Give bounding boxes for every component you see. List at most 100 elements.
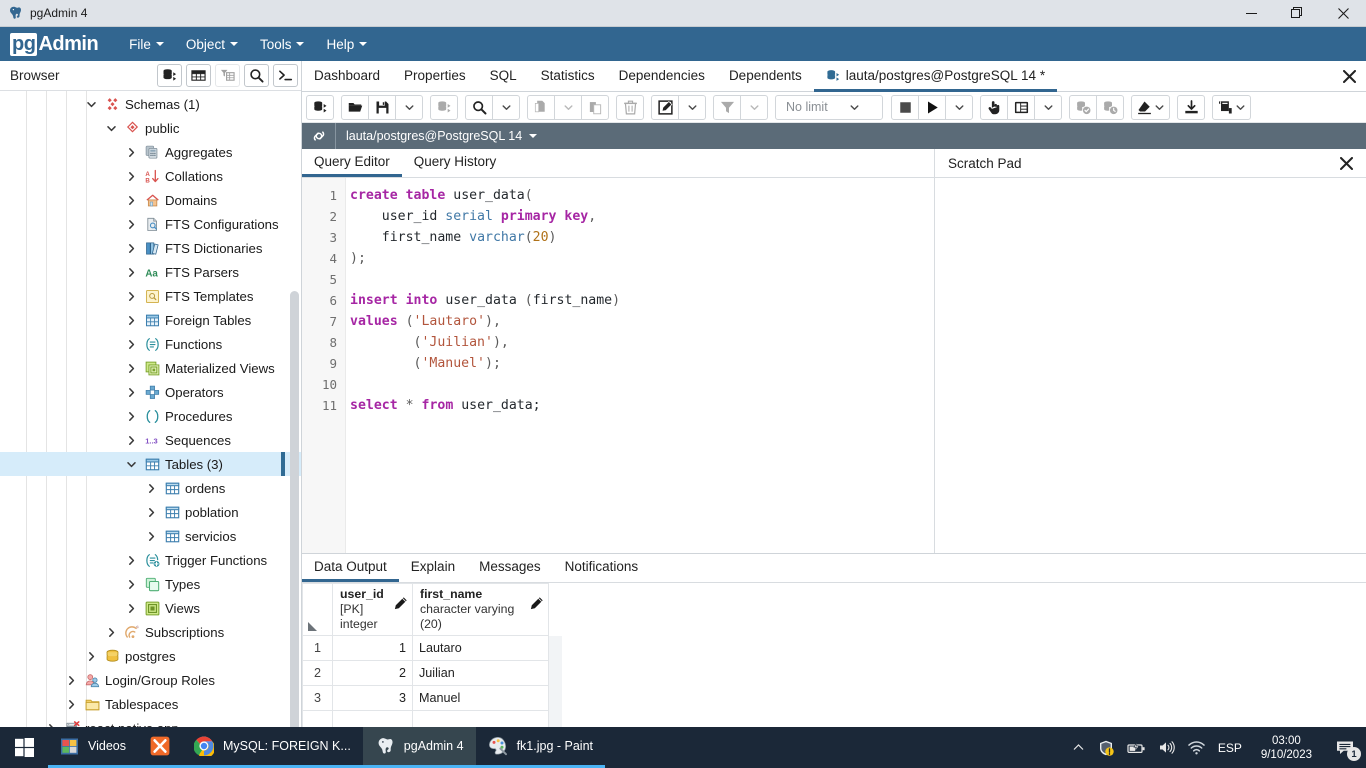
cell-first_name[interactable]: Manuel xyxy=(412,685,549,711)
battery-icon[interactable] xyxy=(1127,741,1146,755)
tree-scrollbar[interactable] xyxy=(290,291,299,731)
tree-node-aggregates[interactable]: Aggregates xyxy=(0,140,301,164)
tab-query-editor[interactable]: Query Editor xyxy=(302,149,402,177)
filter-button[interactable] xyxy=(713,94,741,120)
code-editor[interactable]: 1 2 3 4 5 6 7 8 9 10 11 create table user_data( us… xyxy=(302,178,934,553)
chevron-up-icon[interactable] xyxy=(1072,741,1085,754)
tree-node-fts-parsers[interactable]: Aa FTS Parsers xyxy=(0,260,301,284)
explain-button[interactable] xyxy=(980,94,1008,120)
tab-notifications[interactable]: Notifications xyxy=(553,554,651,582)
connection-bar[interactable]: lauta/postgres@PostgreSQL 14 xyxy=(302,123,1366,149)
chevron-right-icon[interactable] xyxy=(126,243,142,254)
tab-properties[interactable]: Properties xyxy=(392,62,478,92)
table-row[interactable]: 1 1 Lautaro xyxy=(302,635,562,661)
row-limit-select[interactable]: No limit xyxy=(775,94,883,120)
rollback-button[interactable] xyxy=(1096,94,1124,120)
chevron-right-icon[interactable] xyxy=(126,435,142,446)
wifi-icon[interactable] xyxy=(1188,740,1205,755)
menu-tools[interactable]: Tools xyxy=(251,32,314,57)
tab-data-output[interactable]: Data Output xyxy=(302,554,399,582)
stop-query-button[interactable] xyxy=(891,94,919,120)
cell-first_name[interactable]: Lautaro xyxy=(412,635,549,661)
taskbar-item-videos[interactable]: Videos xyxy=(48,727,138,768)
column-header-first_name[interactable]: first_name character varying (20) xyxy=(412,583,549,636)
chevron-right-icon[interactable] xyxy=(126,219,142,230)
menu-file[interactable]: File xyxy=(120,32,173,57)
chevron-right-icon[interactable] xyxy=(126,411,142,422)
tree-node-domains[interactable]: Domains xyxy=(0,188,301,212)
explain-analyze-button[interactable] xyxy=(1007,94,1035,120)
tree-node-functions[interactable]: Functions xyxy=(0,332,301,356)
chevron-right-icon[interactable] xyxy=(126,555,142,566)
close-window-button[interactable] xyxy=(1320,0,1366,26)
taskbar-clock[interactable]: 03:00 9/10/2023 xyxy=(1255,734,1318,762)
paste-button[interactable] xyxy=(581,94,609,120)
tab-dependents[interactable]: Dependents xyxy=(717,62,814,92)
copy-dropdown[interactable] xyxy=(554,94,582,120)
open-query-tool-button[interactable] xyxy=(306,94,334,120)
pencil-icon[interactable] xyxy=(529,596,544,611)
chevron-right-icon[interactable] xyxy=(126,363,142,374)
tree-node-postgres[interactable]: postgres xyxy=(0,644,301,668)
chevron-right-icon[interactable] xyxy=(126,339,142,350)
pencil-icon[interactable] xyxy=(393,596,408,611)
query-tool-button[interactable] xyxy=(157,64,182,87)
chevron-right-icon[interactable] xyxy=(146,531,162,542)
find-button[interactable] xyxy=(465,94,493,120)
chevron-right-icon[interactable] xyxy=(126,171,142,182)
chevron-right-icon[interactable] xyxy=(66,675,82,686)
table-row[interactable]: 2 2 Juilian xyxy=(302,660,562,686)
tree-node-public[interactable]: public xyxy=(0,116,301,140)
commit-button[interactable] xyxy=(1069,94,1097,120)
cell-user_id[interactable]: 1 xyxy=(332,635,413,661)
language-indicator[interactable]: ESP xyxy=(1218,741,1242,755)
maximize-restore-button[interactable] xyxy=(1274,0,1320,26)
macros-button[interactable] xyxy=(1212,94,1251,120)
taskbar-item-xampp[interactable] xyxy=(138,727,182,768)
chevron-right-icon[interactable] xyxy=(146,483,162,494)
chevron-right-icon[interactable] xyxy=(126,147,142,158)
chevron-right-icon[interactable] xyxy=(126,387,142,398)
minimize-button[interactable] xyxy=(1228,0,1274,26)
tab-query-history[interactable]: Query History xyxy=(402,149,509,177)
tree-node-procedures[interactable]: Procedures xyxy=(0,404,301,428)
copy-button[interactable] xyxy=(527,94,555,120)
tab-dashboard[interactable]: Dashboard xyxy=(302,62,392,92)
tree-node-types[interactable]: Types xyxy=(0,572,301,596)
connection-name[interactable]: lauta/postgres@PostgreSQL 14 xyxy=(336,129,538,143)
tree-node-trigger-functions[interactable]: Trigger Functions xyxy=(0,548,301,572)
chevron-down-icon[interactable] xyxy=(126,459,142,470)
cell-user_id[interactable]: 2 xyxy=(332,660,413,686)
tree-node-subscriptions[interactable]: Subscriptions xyxy=(0,620,301,644)
tree-node-operators[interactable]: Operators xyxy=(0,380,301,404)
speaker-icon[interactable] xyxy=(1159,740,1175,755)
tree-node-collations[interactable]: A B Collations xyxy=(0,164,301,188)
filter-dropdown[interactable] xyxy=(740,94,768,120)
taskbar-item-pgadmin-4[interactable]: pgAdmin 4 xyxy=(362,727,476,768)
tree-node-ordens[interactable]: ordens xyxy=(0,476,301,500)
execute-dropdown[interactable] xyxy=(945,94,973,120)
save-file-button[interactable] xyxy=(368,94,396,120)
tab-statistics[interactable]: Statistics xyxy=(529,62,607,92)
tree-node-foreign-tables[interactable]: Foreign Tables xyxy=(0,308,301,332)
tab-dependencies[interactable]: Dependencies xyxy=(607,62,717,92)
tree-node-fts-configurations[interactable]: FTS Configurations xyxy=(0,212,301,236)
chevron-right-icon[interactable] xyxy=(126,579,142,590)
tree-node-tablespaces[interactable]: Tablespaces xyxy=(0,692,301,716)
chevron-right-icon[interactable] xyxy=(126,291,142,302)
download-results-button[interactable] xyxy=(1177,94,1205,120)
tree-node-materialized-views[interactable]: Materialized Views xyxy=(0,356,301,380)
tree-node-tables-3[interactable]: Tables (3) xyxy=(0,452,301,476)
sql-code-text[interactable]: create table user_data( user_id serial p… xyxy=(346,178,934,553)
explain-options-dropdown[interactable] xyxy=(1034,94,1062,120)
tree-node-views[interactable]: Views xyxy=(0,596,301,620)
tab-explain[interactable]: Explain xyxy=(399,554,467,582)
select-all-corner[interactable] xyxy=(302,583,333,636)
tree-node-fts-templates[interactable]: FTS Templates xyxy=(0,284,301,308)
table-row[interactable]: 3 3 Manuel xyxy=(302,685,562,711)
search-objects-button[interactable] xyxy=(244,64,269,87)
column-header-user_id[interactable]: user_id [PK] integer xyxy=(332,583,413,636)
tree-node-login-group-roles[interactable]: Login/Group Roles xyxy=(0,668,301,692)
delete-row-button[interactable] xyxy=(616,94,644,120)
cell-first_name[interactable]: Juilian xyxy=(412,660,549,686)
